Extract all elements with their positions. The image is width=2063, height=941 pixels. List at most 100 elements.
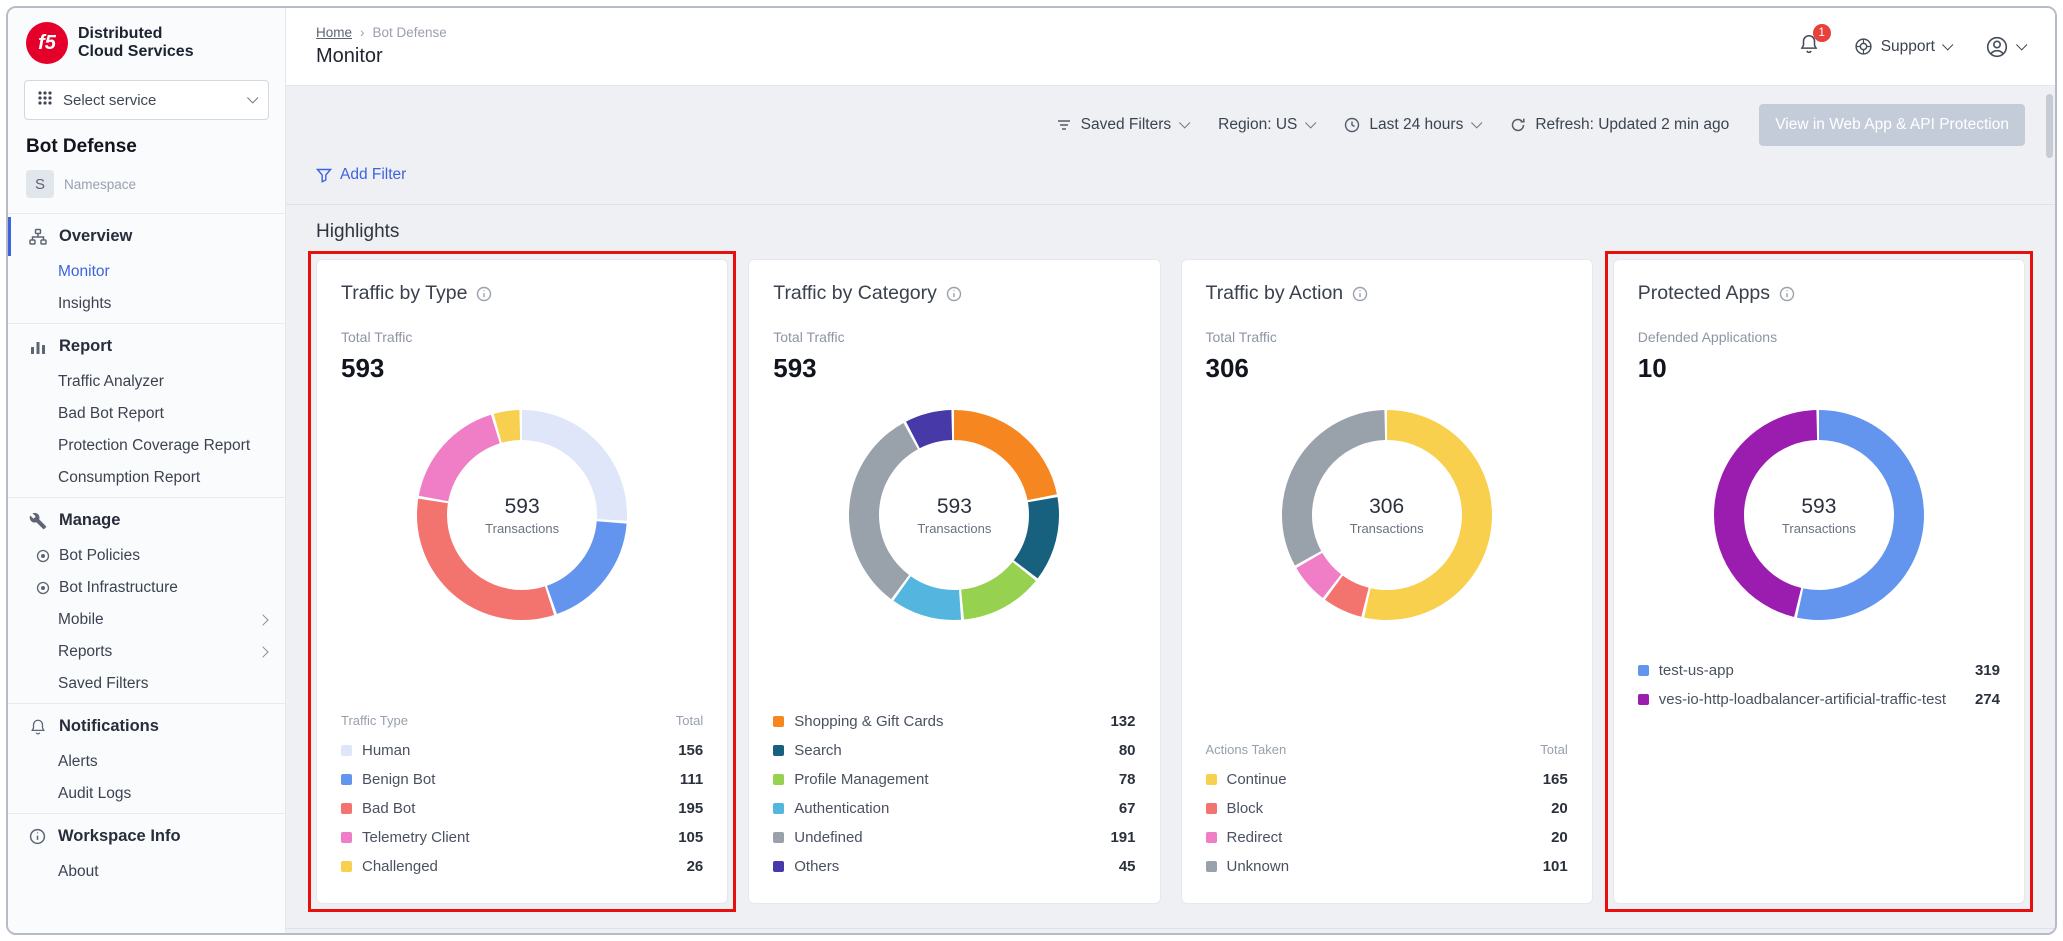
sidebar-item-label: Bot Infrastructure (59, 579, 178, 597)
main-content: Home › Bot Defense Monitor 1 Sup (286, 8, 2055, 933)
view-in-waap-button[interactable]: View in Web App & API Protection (1759, 104, 2025, 146)
legend-item: Telemetry Client105 (341, 823, 703, 852)
card-protected-apps: Protected Apps Defended Applications 10 … (1613, 259, 2025, 904)
legend-item: Shopping & Gift Cards132 (773, 707, 1135, 736)
breadcrumb-home-link[interactable]: Home (316, 25, 352, 40)
f5-logo-icon: f5 (26, 22, 68, 64)
total-value: 306 (1206, 353, 1568, 384)
sidebar-group-manage[interactable]: Manage (8, 501, 285, 540)
total-label: Total Traffic (773, 329, 1135, 345)
brand-name: Distributed Cloud Services (78, 25, 194, 61)
chevron-down-icon (247, 92, 258, 103)
card-title: Traffic by Action (1206, 282, 1344, 305)
chevron-right-icon (257, 646, 268, 657)
sidebar-item-bad-bot-report[interactable]: Bad Bot Report (8, 398, 285, 430)
legend-color-chip (341, 774, 352, 785)
legend-item: Benign Bot111 (341, 765, 703, 794)
support-menu[interactable]: Support (1854, 37, 1951, 56)
legend-item: Search80 (773, 736, 1135, 765)
sidebar-item-label: Reports (58, 643, 112, 661)
info-icon[interactable] (476, 286, 492, 302)
sidebar-item-insights[interactable]: Insights (8, 288, 285, 320)
details-section: Details (286, 928, 2055, 933)
sidebar-item-traffic-analyzer[interactable]: Traffic Analyzer (8, 366, 285, 398)
chevron-down-icon (1305, 117, 1316, 128)
notifications-bell-button[interactable]: 1 (1798, 33, 1820, 60)
card-title: Traffic by Category (773, 282, 937, 305)
chevron-down-icon (1471, 117, 1482, 128)
legend-color-chip (773, 716, 784, 727)
brand[interactable]: f5 Distributed Cloud Services (8, 8, 285, 72)
region-label: Region: US (1218, 116, 1297, 134)
support-label: Support (1881, 38, 1935, 56)
divider (8, 703, 285, 704)
namespace-selector[interactable]: S Namespace (8, 170, 285, 210)
header-right: 1 Support (1798, 33, 2025, 60)
app-window: f5 Distributed Cloud Services Select ser… (6, 6, 2057, 935)
region-dropdown[interactable]: Region: US (1218, 116, 1314, 134)
sidebar-item-consumption-report[interactable]: Consumption Report (8, 462, 285, 494)
user-avatar-icon (1985, 35, 2009, 59)
legend-color-chip (773, 832, 784, 843)
sidebar-group-notifications[interactable]: Notifications (8, 707, 285, 746)
sidebar: f5 Distributed Cloud Services Select ser… (8, 8, 286, 933)
sidebar-item-mobile[interactable]: Mobile (8, 604, 285, 636)
sidebar-group-report[interactable]: Report (8, 327, 285, 366)
saved-filters-dropdown[interactable]: Saved Filters (1056, 116, 1188, 134)
sidebar-group-overview[interactable]: Overview (8, 217, 285, 256)
divider (8, 813, 285, 814)
card-traffic-by-category: Traffic by Category Total Traffic 593 59… (748, 259, 1160, 904)
sidebar-item-bot-policies[interactable]: Bot Policies (8, 540, 285, 572)
sidebar-item-alerts[interactable]: Alerts (8, 746, 285, 778)
sidebar-nav: Overview Monitor Insights Report Traffic… (8, 217, 285, 888)
info-icon[interactable] (1352, 286, 1368, 302)
legend-item: Bad Bot195 (341, 794, 703, 823)
select-service-dropdown[interactable]: Select service (24, 80, 269, 120)
time-range-dropdown[interactable]: Last 24 hours (1344, 116, 1480, 134)
card-traffic-by-action: Traffic by Action Total Traffic 306 306 … (1181, 259, 1593, 904)
user-menu[interactable] (1985, 35, 2025, 59)
product-title: Bot Defense (8, 132, 285, 170)
sidebar-item-about[interactable]: About (8, 856, 285, 888)
sidebar-item-monitor[interactable]: Monitor (8, 256, 285, 288)
apps-grid-icon (37, 90, 53, 110)
legend-color-chip (1638, 665, 1649, 676)
highlights-heading: Highlights (286, 205, 2055, 255)
chevron-right-icon (257, 614, 268, 625)
legend-item: Undefined191 (773, 823, 1135, 852)
sidebar-group-label: Workspace Info (58, 827, 181, 846)
legend-color-chip (1638, 694, 1649, 705)
sidebar-group-workspace-info[interactable]: Workspace Info (8, 817, 285, 856)
sidebar-item-reports[interactable]: Reports (8, 636, 285, 668)
legend-item: test-us-app319 (1638, 656, 2000, 685)
breadcrumb: Home › Bot Defense (316, 25, 447, 40)
refresh-button[interactable]: Refresh: Updated 2 min ago (1510, 116, 1729, 134)
scrollbar-thumb[interactable] (2046, 94, 2053, 158)
legend-header: Actions TakenTotal (1206, 738, 1568, 765)
sidebar-item-protection-coverage-report[interactable]: Protection Coverage Report (8, 430, 285, 462)
namespace-badge: S (26, 170, 54, 198)
legend-color-chip (1206, 803, 1217, 814)
legend-item: Block20 (1206, 794, 1568, 823)
breadcrumb-separator: › (360, 25, 365, 40)
brand-name-line2: Cloud Services (78, 43, 194, 60)
legend-item: Profile Management78 (773, 765, 1135, 794)
sidebar-item-bot-infrastructure[interactable]: Bot Infrastructure (8, 572, 285, 604)
divider (8, 497, 285, 498)
add-filter-button[interactable]: Add Filter (316, 166, 406, 184)
info-icon[interactable] (946, 286, 962, 302)
sidebar-group-label: Overview (59, 227, 132, 246)
sidebar-item-label: Mobile (58, 611, 104, 629)
time-range-label: Last 24 hours (1369, 116, 1463, 134)
legend-color-chip (773, 774, 784, 785)
sidebar-item-saved-filters[interactable]: Saved Filters (8, 668, 285, 700)
add-filter-label: Add Filter (340, 166, 406, 184)
legend-color-chip (341, 745, 352, 756)
legend-item: Others45 (773, 852, 1135, 881)
legend-color-chip (1206, 861, 1217, 872)
info-icon[interactable] (1779, 286, 1795, 302)
legend-header: Traffic TypeTotal (341, 709, 703, 736)
details-heading: Details (286, 929, 2055, 933)
sidebar-item-audit-logs[interactable]: Audit Logs (8, 778, 285, 810)
protected-apps-donut-chart (1714, 410, 1924, 625)
